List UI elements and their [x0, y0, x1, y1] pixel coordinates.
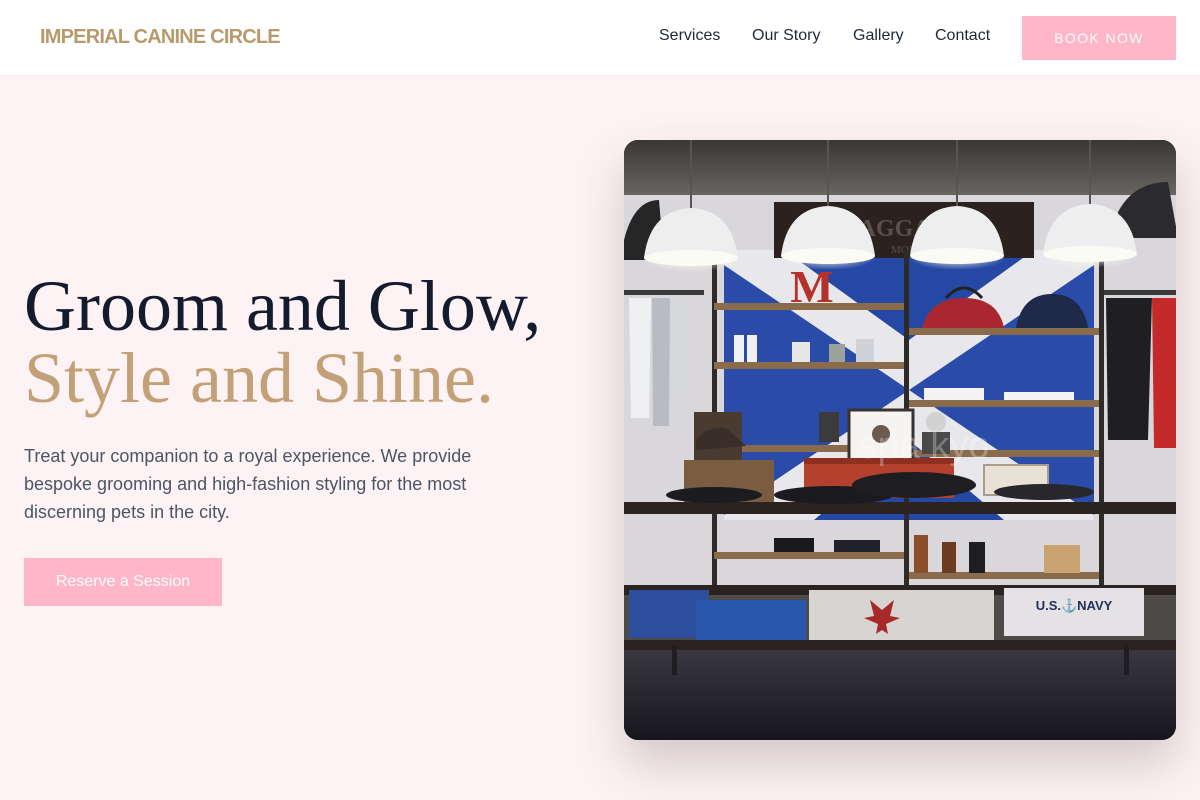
site-header: IMPERIAL CANINE CIRCLE Services Our Stor…: [0, 0, 1200, 76]
nav-link-our-story[interactable]: Our Story: [752, 27, 820, 45]
hero-headline: Groom and Glow, Style and Shine.: [24, 270, 541, 414]
image-watermark: spa kyo: [859, 425, 990, 467]
nav-link-services[interactable]: Services: [659, 27, 720, 45]
nav-link-gallery[interactable]: Gallery: [853, 27, 904, 45]
hero-image: BAGGAGE MON M: [624, 140, 1176, 740]
book-now-button[interactable]: BOOK NOW: [1022, 16, 1176, 60]
headline-line-2: Style and Shine.: [24, 338, 494, 418]
brand-logo[interactable]: IMPERIAL CANINE CIRCLE: [40, 26, 281, 49]
shirt-print: U.S.⚓NAVY: [1036, 598, 1113, 613]
hero-description: Treat your companion to a royal experien…: [24, 446, 472, 522]
nav-link-contact[interactable]: Contact: [935, 27, 990, 45]
headline-line-1: Groom and Glow,: [24, 266, 542, 346]
reserve-session-button[interactable]: Reserve a Session: [24, 558, 222, 606]
boutique-illustration: BAGGAGE MON M: [624, 140, 1176, 740]
